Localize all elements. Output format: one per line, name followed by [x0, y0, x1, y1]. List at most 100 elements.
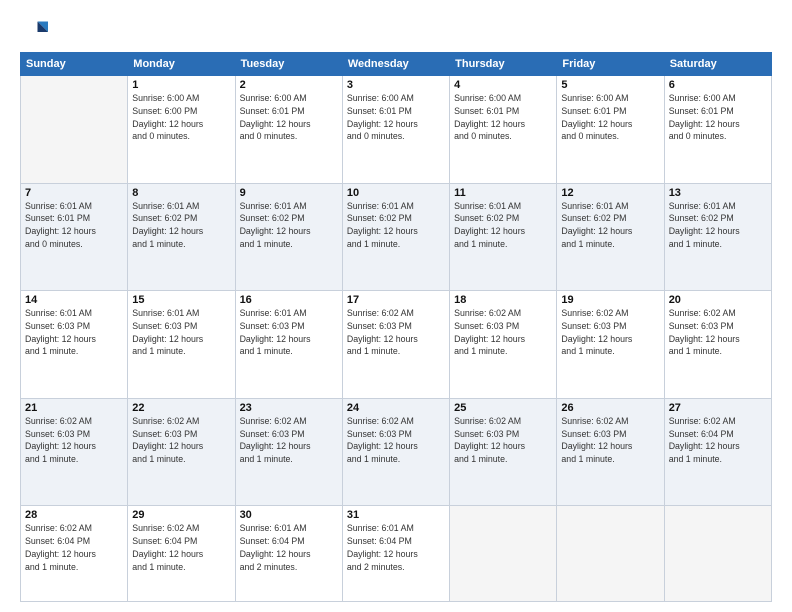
day-cell: 15Sunrise: 6:01 AMSunset: 6:03 PMDayligh…: [128, 291, 235, 399]
day-info: Sunrise: 6:01 AMSunset: 6:01 PMDaylight:…: [25, 200, 123, 251]
day-cell: 14Sunrise: 6:01 AMSunset: 6:03 PMDayligh…: [21, 291, 128, 399]
day-number: 24: [347, 402, 445, 414]
day-number: 6: [669, 79, 767, 91]
day-number: 12: [561, 187, 659, 199]
day-number: 27: [669, 402, 767, 414]
day-info: Sunrise: 6:01 AMSunset: 6:03 PMDaylight:…: [132, 307, 230, 358]
day-info: Sunrise: 6:02 AMSunset: 6:03 PMDaylight:…: [240, 415, 338, 466]
day-cell: 22Sunrise: 6:02 AMSunset: 6:03 PMDayligh…: [128, 398, 235, 506]
weekday-header-friday: Friday: [557, 53, 664, 76]
day-number: 7: [25, 187, 123, 199]
day-cell: 5Sunrise: 6:00 AMSunset: 6:01 PMDaylight…: [557, 76, 664, 184]
day-number: 20: [669, 294, 767, 306]
logo: [20, 18, 52, 46]
logo-icon: [20, 18, 48, 46]
day-info: Sunrise: 6:00 AMSunset: 6:01 PMDaylight:…: [454, 92, 552, 143]
day-number: 31: [347, 509, 445, 521]
day-number: 3: [347, 79, 445, 91]
day-cell: 13Sunrise: 6:01 AMSunset: 6:02 PMDayligh…: [664, 183, 771, 291]
calendar-table: SundayMondayTuesdayWednesdayThursdayFrid…: [20, 52, 772, 602]
day-cell: 21Sunrise: 6:02 AMSunset: 6:03 PMDayligh…: [21, 398, 128, 506]
day-number: 13: [669, 187, 767, 199]
day-info: Sunrise: 6:02 AMSunset: 6:03 PMDaylight:…: [454, 307, 552, 358]
weekday-header-tuesday: Tuesday: [235, 53, 342, 76]
day-number: 2: [240, 79, 338, 91]
day-cell: 4Sunrise: 6:00 AMSunset: 6:01 PMDaylight…: [450, 76, 557, 184]
day-info: Sunrise: 6:02 AMSunset: 6:03 PMDaylight:…: [347, 307, 445, 358]
day-cell: 18Sunrise: 6:02 AMSunset: 6:03 PMDayligh…: [450, 291, 557, 399]
day-number: 9: [240, 187, 338, 199]
day-info: Sunrise: 6:02 AMSunset: 6:04 PMDaylight:…: [132, 522, 230, 573]
weekday-header-monday: Monday: [128, 53, 235, 76]
day-cell: 26Sunrise: 6:02 AMSunset: 6:03 PMDayligh…: [557, 398, 664, 506]
day-number: 28: [25, 509, 123, 521]
day-info: Sunrise: 6:01 AMSunset: 6:02 PMDaylight:…: [240, 200, 338, 251]
day-cell: 27Sunrise: 6:02 AMSunset: 6:04 PMDayligh…: [664, 398, 771, 506]
day-cell: 12Sunrise: 6:01 AMSunset: 6:02 PMDayligh…: [557, 183, 664, 291]
page: SundayMondayTuesdayWednesdayThursdayFrid…: [0, 0, 792, 612]
day-info: Sunrise: 6:02 AMSunset: 6:03 PMDaylight:…: [561, 307, 659, 358]
day-number: 29: [132, 509, 230, 521]
header: [20, 18, 772, 46]
day-cell: 19Sunrise: 6:02 AMSunset: 6:03 PMDayligh…: [557, 291, 664, 399]
day-info: Sunrise: 6:02 AMSunset: 6:04 PMDaylight:…: [25, 522, 123, 573]
day-info: Sunrise: 6:02 AMSunset: 6:03 PMDaylight:…: [561, 415, 659, 466]
day-info: Sunrise: 6:00 AMSunset: 6:01 PMDaylight:…: [347, 92, 445, 143]
day-number: 14: [25, 294, 123, 306]
week-row-3: 14Sunrise: 6:01 AMSunset: 6:03 PMDayligh…: [21, 291, 772, 399]
day-cell: 29Sunrise: 6:02 AMSunset: 6:04 PMDayligh…: [128, 506, 235, 602]
day-number: 17: [347, 294, 445, 306]
day-info: Sunrise: 6:01 AMSunset: 6:03 PMDaylight:…: [240, 307, 338, 358]
day-cell: 25Sunrise: 6:02 AMSunset: 6:03 PMDayligh…: [450, 398, 557, 506]
day-info: Sunrise: 6:01 AMSunset: 6:02 PMDaylight:…: [669, 200, 767, 251]
day-cell: 23Sunrise: 6:02 AMSunset: 6:03 PMDayligh…: [235, 398, 342, 506]
day-info: Sunrise: 6:01 AMSunset: 6:02 PMDaylight:…: [454, 200, 552, 251]
day-cell: 16Sunrise: 6:01 AMSunset: 6:03 PMDayligh…: [235, 291, 342, 399]
weekday-header-row: SundayMondayTuesdayWednesdayThursdayFrid…: [21, 53, 772, 76]
day-cell: 7Sunrise: 6:01 AMSunset: 6:01 PMDaylight…: [21, 183, 128, 291]
day-info: Sunrise: 6:01 AMSunset: 6:02 PMDaylight:…: [347, 200, 445, 251]
weekday-header-sunday: Sunday: [21, 53, 128, 76]
day-cell: [557, 506, 664, 602]
day-cell: 3Sunrise: 6:00 AMSunset: 6:01 PMDaylight…: [342, 76, 449, 184]
day-number: 25: [454, 402, 552, 414]
day-number: 1: [132, 79, 230, 91]
week-row-1: 1Sunrise: 6:00 AMSunset: 6:00 PMDaylight…: [21, 76, 772, 184]
day-cell: 17Sunrise: 6:02 AMSunset: 6:03 PMDayligh…: [342, 291, 449, 399]
day-cell: [21, 76, 128, 184]
day-cell: 28Sunrise: 6:02 AMSunset: 6:04 PMDayligh…: [21, 506, 128, 602]
day-info: Sunrise: 6:02 AMSunset: 6:03 PMDaylight:…: [454, 415, 552, 466]
day-cell: 10Sunrise: 6:01 AMSunset: 6:02 PMDayligh…: [342, 183, 449, 291]
weekday-header-wednesday: Wednesday: [342, 53, 449, 76]
day-number: 21: [25, 402, 123, 414]
day-info: Sunrise: 6:02 AMSunset: 6:03 PMDaylight:…: [669, 307, 767, 358]
day-info: Sunrise: 6:00 AMSunset: 6:01 PMDaylight:…: [561, 92, 659, 143]
week-row-5: 28Sunrise: 6:02 AMSunset: 6:04 PMDayligh…: [21, 506, 772, 602]
day-info: Sunrise: 6:01 AMSunset: 6:02 PMDaylight:…: [132, 200, 230, 251]
day-cell: 8Sunrise: 6:01 AMSunset: 6:02 PMDaylight…: [128, 183, 235, 291]
day-number: 18: [454, 294, 552, 306]
day-cell: 30Sunrise: 6:01 AMSunset: 6:04 PMDayligh…: [235, 506, 342, 602]
day-cell: 9Sunrise: 6:01 AMSunset: 6:02 PMDaylight…: [235, 183, 342, 291]
day-cell: 11Sunrise: 6:01 AMSunset: 6:02 PMDayligh…: [450, 183, 557, 291]
day-info: Sunrise: 6:02 AMSunset: 6:03 PMDaylight:…: [132, 415, 230, 466]
day-info: Sunrise: 6:01 AMSunset: 6:03 PMDaylight:…: [25, 307, 123, 358]
day-cell: 24Sunrise: 6:02 AMSunset: 6:03 PMDayligh…: [342, 398, 449, 506]
day-number: 26: [561, 402, 659, 414]
weekday-header-thursday: Thursday: [450, 53, 557, 76]
day-info: Sunrise: 6:00 AMSunset: 6:01 PMDaylight:…: [669, 92, 767, 143]
day-info: Sunrise: 6:01 AMSunset: 6:02 PMDaylight:…: [561, 200, 659, 251]
day-number: 5: [561, 79, 659, 91]
day-number: 4: [454, 79, 552, 91]
day-cell: 20Sunrise: 6:02 AMSunset: 6:03 PMDayligh…: [664, 291, 771, 399]
day-number: 10: [347, 187, 445, 199]
day-info: Sunrise: 6:00 AMSunset: 6:00 PMDaylight:…: [132, 92, 230, 143]
day-cell: 2Sunrise: 6:00 AMSunset: 6:01 PMDaylight…: [235, 76, 342, 184]
day-info: Sunrise: 6:02 AMSunset: 6:03 PMDaylight:…: [25, 415, 123, 466]
day-number: 8: [132, 187, 230, 199]
day-info: Sunrise: 6:01 AMSunset: 6:04 PMDaylight:…: [240, 522, 338, 573]
day-number: 19: [561, 294, 659, 306]
day-cell: [450, 506, 557, 602]
day-cell: 1Sunrise: 6:00 AMSunset: 6:00 PMDaylight…: [128, 76, 235, 184]
week-row-4: 21Sunrise: 6:02 AMSunset: 6:03 PMDayligh…: [21, 398, 772, 506]
